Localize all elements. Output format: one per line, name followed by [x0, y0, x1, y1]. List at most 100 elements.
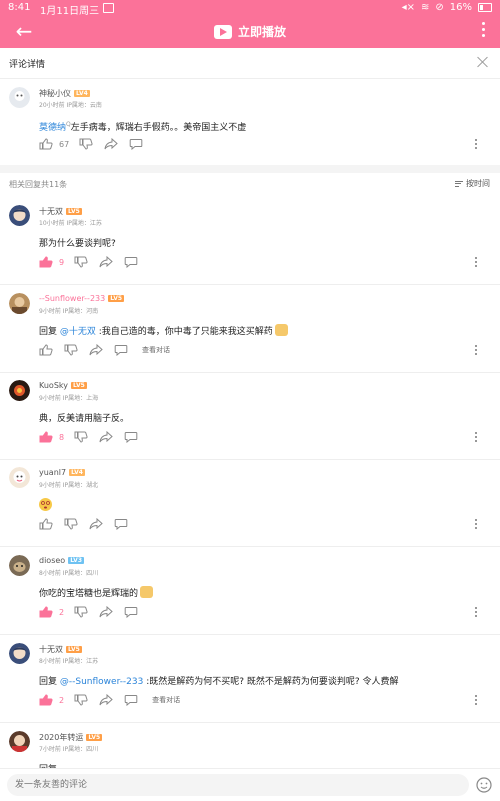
username[interactable]: yuanl7 LV4	[39, 468, 85, 477]
share-icon[interactable]	[99, 694, 115, 706]
comment-meta: 8小时前 IP属地：江苏	[39, 658, 99, 665]
username[interactable]: 2020年转运 LV5	[39, 732, 103, 743]
comment-more-icon[interactable]	[475, 607, 478, 619]
dislike-icon[interactable]	[74, 431, 90, 443]
reply-icon[interactable]	[124, 606, 140, 618]
username[interactable]: KuoSky LV5	[39, 381, 87, 390]
comment-text: 那为什么要谈判呢?	[39, 239, 116, 249]
like-icon[interactable]	[39, 138, 55, 150]
reply-icon[interactable]	[114, 518, 130, 530]
username[interactable]: 十无双 LV5	[39, 644, 82, 655]
comment-text	[39, 498, 52, 514]
comment-more-icon[interactable]	[475, 432, 478, 444]
avatar[interactable]	[9, 87, 30, 108]
level-badge: LV5	[86, 734, 103, 741]
app-bar: ← 立即播放	[0, 16, 500, 48]
dislike-icon[interactable]	[79, 138, 95, 150]
comment-meta: 8小时前 IP属地：四川	[39, 570, 99, 577]
more-options-icon[interactable]	[482, 22, 486, 40]
tv-play-icon	[213, 24, 232, 39]
share-icon[interactable]	[99, 606, 115, 618]
username[interactable]: 十无双 LV5	[39, 206, 82, 217]
list-item: KuoSky LV5 9小时前 IP属地：上海 典，反美请用脑子反。 8	[0, 380, 500, 460]
username[interactable]: --Sunflower--233 LV5	[39, 294, 125, 303]
sort-label: 按时间	[466, 179, 490, 188]
comment-meta: 20小时前 IP属地：云南	[39, 102, 102, 109]
comment-more-icon[interactable]	[475, 695, 478, 707]
list-item: --Sunflower--233 LV5 9小时前 IP属地：河南 回复 @十无双…	[0, 293, 500, 373]
like-icon[interactable]	[39, 256, 55, 268]
divider	[0, 372, 500, 373]
dislike-icon[interactable]	[64, 344, 80, 356]
avatar[interactable]	[9, 731, 30, 752]
cat-emoji-icon	[274, 324, 288, 336]
comment-actions: 2 查看对话	[39, 694, 180, 706]
like-count: 67	[59, 139, 70, 149]
dislike-icon[interactable]	[74, 694, 90, 706]
username[interactable]: 神秘小仪 LV4	[39, 88, 90, 99]
comment-actions: 2	[39, 606, 149, 618]
share-icon[interactable]	[89, 344, 105, 356]
close-icon[interactable]	[476, 55, 490, 69]
like-icon[interactable]	[39, 694, 55, 706]
dnd-icon: ⊘	[435, 2, 444, 13]
comment-text: 莫德纳Q左手病毒，辉瑞右手假药。。美帝国主义不虚	[39, 121, 247, 133]
play-now-button[interactable]: 立即播放	[0, 23, 500, 40]
comment-more-icon[interactable]	[475, 345, 478, 357]
mention-link[interactable]: @十无双	[60, 327, 96, 337]
dislike-icon[interactable]	[74, 256, 90, 268]
comment-text: 回复 @十无双 :我自己造的毒，你中毒了只能来我这买解药	[39, 324, 288, 337]
avatar[interactable]	[9, 293, 30, 314]
list-item: 十无双 LV5 8小时前 IP属地：江苏 回复 @--Sunflower--233…	[0, 643, 500, 723]
comment-meta: 10小时前 IP属地：江苏	[39, 220, 102, 227]
avatar[interactable]	[9, 380, 30, 401]
reply-icon[interactable]	[124, 256, 140, 268]
level-badge: LV4	[69, 469, 85, 476]
view-conversation-link[interactable]: 查看对话	[142, 345, 170, 355]
divider	[0, 459, 500, 460]
level-badge: LV5	[66, 646, 82, 653]
comment-input-bar	[0, 768, 500, 801]
share-icon[interactable]	[104, 138, 120, 150]
like-icon[interactable]	[39, 431, 55, 443]
comment-input[interactable]	[7, 774, 469, 796]
comment-more-icon[interactable]	[475, 257, 478, 269]
avatar[interactable]	[9, 467, 30, 488]
sort-by-time-button[interactable]: 按时间	[455, 178, 490, 189]
dislike-icon[interactable]	[74, 606, 90, 618]
list-item: 2020年转运LV5 7小时前 IP属地：四川 回复	[0, 731, 500, 768]
comment-meta: 9小时前 IP属地：河南	[39, 308, 99, 315]
comment-meta: 9小时前 IP属地：湖北	[39, 482, 99, 489]
comment-actions: 9	[39, 256, 149, 268]
avatar[interactable]	[9, 555, 30, 576]
avatar[interactable]	[9, 205, 30, 226]
play-now-label: 立即播放	[237, 25, 286, 39]
like-icon[interactable]	[39, 344, 55, 356]
battery-percent: 16%	[449, 2, 472, 13]
comment-actions: 67	[39, 138, 154, 150]
divider	[0, 546, 500, 547]
like-icon[interactable]	[39, 606, 55, 618]
mention-link[interactable]: 莫德纳	[39, 123, 66, 133]
reply-icon[interactable]	[124, 694, 140, 706]
comment-more-icon[interactable]	[475, 139, 478, 151]
dislike-icon[interactable]	[64, 518, 80, 530]
reply-icon[interactable]	[124, 431, 140, 443]
share-icon[interactable]	[99, 431, 115, 443]
username[interactable]: dioseo LV3	[39, 556, 85, 565]
reply-icon[interactable]	[129, 138, 145, 150]
like-icon[interactable]	[39, 518, 55, 530]
level-badge: LV5	[66, 208, 82, 215]
mention-link[interactable]: @--Sunflower--233	[60, 677, 144, 687]
like-count: 2	[59, 607, 65, 617]
view-conversation-link[interactable]: 查看对话	[152, 695, 180, 705]
comment-actions: 查看对话	[39, 344, 170, 356]
share-icon[interactable]	[99, 256, 115, 268]
share-icon[interactable]	[89, 518, 105, 530]
level-badge: LV3	[68, 557, 85, 564]
avatar[interactable]	[9, 643, 30, 664]
emoji-icon[interactable]	[476, 777, 492, 793]
reply-icon[interactable]	[114, 344, 130, 356]
comment-more-icon[interactable]	[475, 519, 478, 531]
reply-count: 相关回复共11条	[9, 180, 68, 189]
